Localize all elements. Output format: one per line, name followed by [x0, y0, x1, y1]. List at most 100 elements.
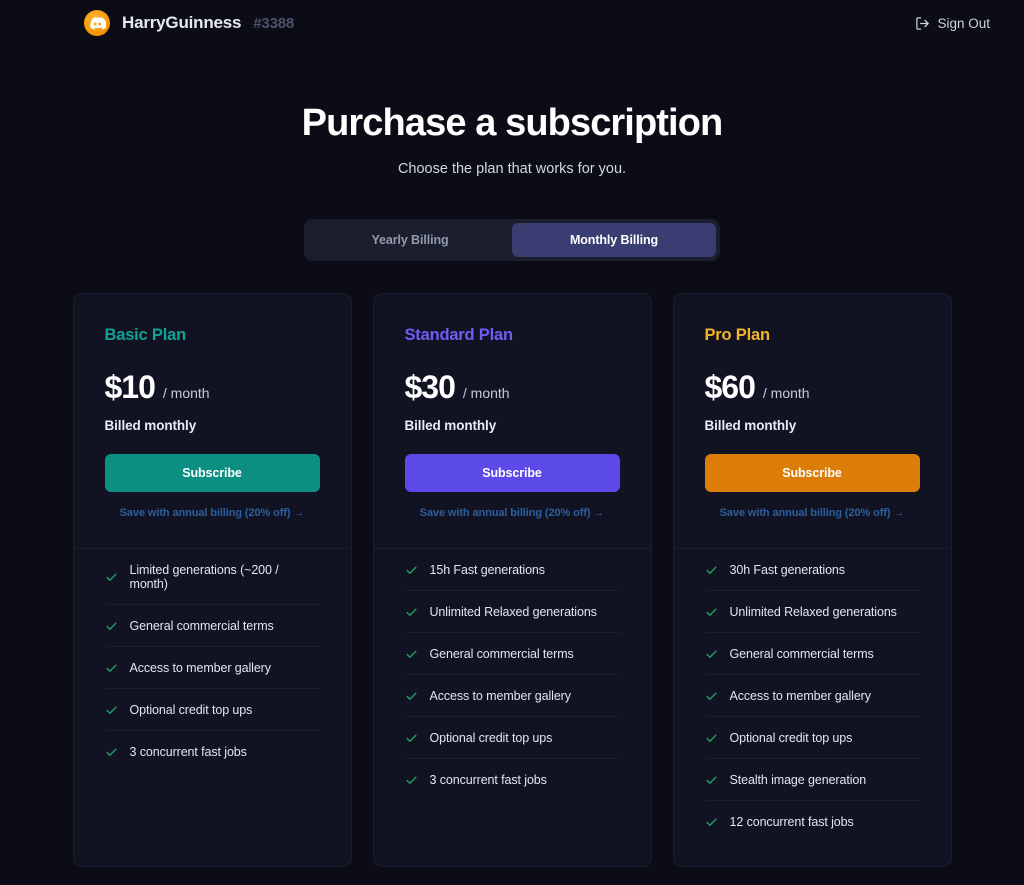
check-icon: [105, 746, 118, 759]
plan-billed-note: Billed monthly: [404, 418, 497, 433]
feature-item: Stealth image generation: [704, 759, 920, 801]
plan-features-standard-plan: 15h Fast generations Unlimited Relaxed ge…: [374, 549, 651, 824]
check-icon: [105, 704, 118, 717]
plan-features-basic-plan: Limited generations (~200 / month) Genera…: [74, 549, 351, 796]
plan-card-basic-plan: Basic Plan $10 / month Billed monthly Subscr…: [72, 293, 352, 867]
toggle-yearly-billing[interactable]: Yearly Billing: [308, 223, 512, 257]
check-icon: [405, 564, 418, 577]
plan-features-pro-plan: 30h Fast generations Unlimited Relaxed ge…: [674, 549, 951, 866]
subscribe-button-pro-plan[interactable]: Subscribe: [704, 454, 920, 492]
annual-billing-link[interactable]: Save with annual billing (20% off) →: [705, 507, 920, 519]
check-icon: [405, 774, 418, 787]
feature-item: Optional credit top ups: [404, 717, 620, 759]
plan-price: $10: [104, 369, 156, 405]
feature-label: 3 concurrent fast jobs: [429, 773, 547, 787]
plan-price: $60: [704, 369, 756, 405]
plan-card-standard-plan: Standard Plan $30 / month Billed monthly Sub…: [372, 293, 652, 867]
annual-billing-link[interactable]: Save with annual billing (20% off) →: [105, 507, 320, 519]
check-icon: [705, 690, 718, 703]
feature-item: Access to member gallery: [404, 675, 620, 717]
feature-item: 15h Fast generations: [404, 549, 620, 591]
feature-item: Unlimited Relaxed generations: [404, 591, 620, 633]
feature-label: Optional credit top ups: [429, 731, 553, 745]
top-bar: HarryGuinness #3388 Sign Out: [0, 0, 1024, 46]
pricing-cards: Basic Plan $10 / month Billed monthly Subscr…: [0, 293, 1024, 867]
feature-label: Access to member gallery: [129, 661, 272, 675]
feature-label: Unlimited Relaxed generations: [729, 605, 897, 619]
billing-toggle-wrapper: Yearly Billing Monthly Billing: [0, 219, 1024, 261]
feature-label: General commercial terms: [129, 619, 274, 633]
annual-billing-link[interactable]: Save with annual billing (20% off) →: [405, 507, 620, 519]
feature-label: General commercial terms: [729, 647, 874, 661]
feature-item: Limited generations (~200 / month): [104, 549, 320, 605]
page-title: Purchase a subscription: [301, 102, 724, 144]
check-icon: [705, 816, 718, 829]
check-icon: [405, 732, 418, 745]
page-subtitle: Choose the plan that works for you.: [397, 161, 627, 177]
sign-out-button[interactable]: Sign Out: [915, 16, 990, 31]
feature-item: Optional credit top ups: [704, 717, 920, 759]
discord-logo-icon: [84, 10, 110, 36]
plan-billed-note: Billed monthly: [704, 418, 797, 433]
plan-header-pro-plan: Pro Plan $60 / month Billed monthly Subscrib…: [674, 294, 951, 548]
feature-item: Access to member gallery: [704, 675, 920, 717]
feature-label: Unlimited Relaxed generations: [429, 605, 597, 619]
check-icon: [105, 571, 118, 584]
feature-label: General commercial terms: [429, 647, 574, 661]
check-icon: [405, 606, 418, 619]
check-icon: [105, 620, 118, 633]
toggle-monthly-billing[interactable]: Monthly Billing: [512, 223, 716, 257]
feature-label: 12 concurrent fast jobs: [729, 815, 854, 829]
feature-item: Unlimited Relaxed generations: [704, 591, 920, 633]
feature-item: General commercial terms: [704, 633, 920, 675]
check-icon: [705, 564, 718, 577]
feature-item: Access to member gallery: [104, 647, 320, 689]
feature-label: Access to member gallery: [729, 689, 872, 703]
feature-item: 12 concurrent fast jobs: [705, 801, 920, 842]
feature-item: 30h Fast generations: [704, 549, 920, 591]
feature-item: 3 concurrent fast jobs: [105, 731, 320, 772]
plan-name: Standard Plan: [404, 326, 514, 344]
user-brand: HarryGuinness #3388: [84, 10, 294, 36]
plan-price-row: $10 / month: [105, 369, 320, 406]
check-icon: [705, 732, 718, 745]
billing-toggle: Yearly Billing Monthly Billing: [304, 219, 720, 261]
plan-period: / month: [162, 385, 210, 401]
check-icon: [405, 648, 418, 661]
plan-period: / month: [762, 385, 810, 401]
check-icon: [405, 690, 418, 703]
plan-period: / month: [462, 385, 510, 401]
check-icon: [105, 662, 118, 675]
discriminator-label: #3388: [253, 14, 294, 32]
feature-item: General commercial terms: [404, 633, 620, 675]
hero-section: Purchase a subscription Choose the plan …: [0, 102, 1024, 177]
plan-price: $30: [404, 369, 456, 405]
plan-card-pro-plan: Pro Plan $60 / month Billed monthly Subscrib…: [672, 293, 952, 867]
feature-label: Optional credit top ups: [729, 731, 853, 745]
feature-label: 3 concurrent fast jobs: [129, 745, 247, 759]
subscribe-button-standard-plan[interactable]: Subscribe: [404, 454, 620, 492]
feature-label: 30h Fast generations: [729, 563, 846, 577]
feature-item: 3 concurrent fast jobs: [405, 759, 620, 800]
feature-label: Optional credit top ups: [129, 703, 253, 717]
plan-billed-note: Billed monthly: [104, 418, 197, 433]
check-icon: [705, 648, 718, 661]
feature-label: Limited generations (~200 / month): [129, 563, 279, 591]
username-label: HarryGuinness: [122, 13, 242, 32]
plan-header-standard-plan: Standard Plan $30 / month Billed monthly Sub…: [374, 294, 651, 548]
feature-label: 15h Fast generations: [429, 563, 546, 577]
sign-out-label: Sign Out: [937, 15, 990, 31]
feature-label: Access to member gallery: [429, 689, 572, 703]
check-icon: [705, 774, 718, 787]
subscribe-button-basic-plan[interactable]: Subscribe: [104, 454, 320, 492]
plan-name: Pro Plan: [704, 326, 771, 344]
logout-icon: [915, 16, 930, 31]
plan-price-row: $30 / month: [405, 369, 620, 406]
plan-header-basic-plan: Basic Plan $10 / month Billed monthly Subscr…: [74, 294, 351, 548]
feature-label: Stealth image generation: [729, 773, 867, 787]
plan-name: Basic Plan: [104, 326, 187, 344]
check-icon: [705, 606, 718, 619]
feature-item: Optional credit top ups: [104, 689, 320, 731]
plan-price-row: $60 / month: [705, 369, 920, 406]
feature-item: General commercial terms: [104, 605, 320, 647]
